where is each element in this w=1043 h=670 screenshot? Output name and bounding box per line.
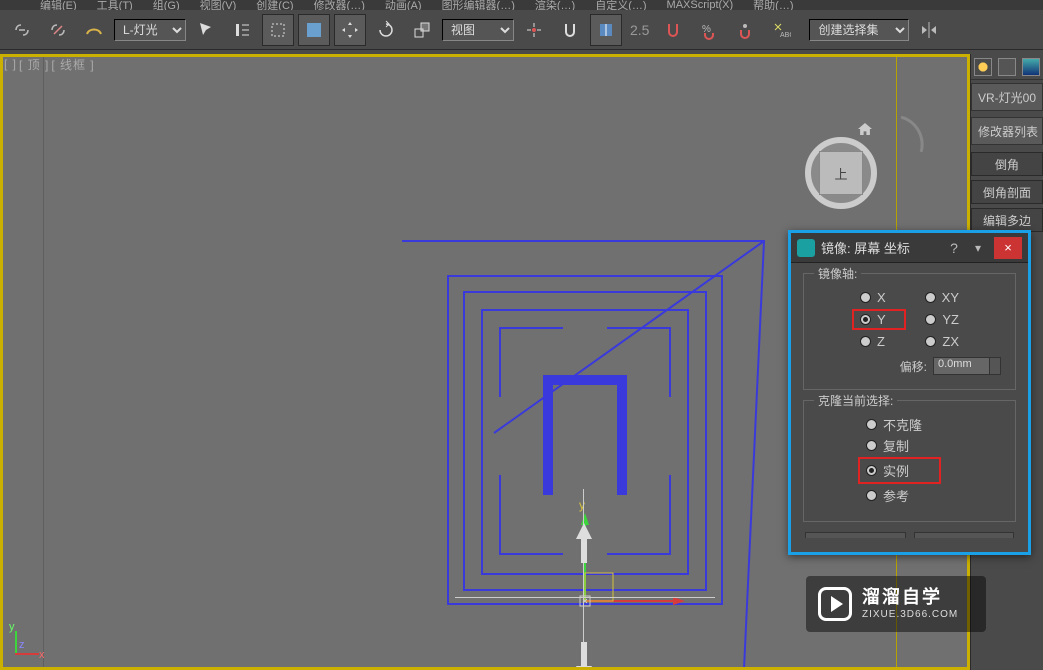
- mirror-dialog: 镜像: 屏幕 坐标 ? ▾ × 镜像轴: X XY Y YZ Z ZX 偏移:: [788, 230, 1031, 555]
- ok-button[interactable]: [805, 532, 906, 538]
- rollout[interactable]: 编辑多边: [971, 208, 1043, 232]
- cancel-button[interactable]: [914, 532, 1015, 538]
- modifier-list-select[interactable]: 修改器列表: [971, 117, 1043, 145]
- select-cursor-icon[interactable]: [190, 14, 222, 46]
- snap-pct-icon[interactable]: %: [693, 14, 725, 46]
- svg-text:ABC: ABC: [780, 32, 791, 39]
- axis-zx-radio[interactable]: ZX: [925, 334, 959, 349]
- orbit-arrow-icon[interactable]: [894, 116, 931, 153]
- menu-item[interactable]: 视图(V): [200, 0, 237, 10]
- watermark: 溜溜自学 ZIXUE.3D66.COM: [806, 576, 986, 632]
- clone-reference-radio[interactable]: 参考: [866, 486, 909, 505]
- object-name-field[interactable]: VR-灯光00: [971, 83, 1043, 111]
- group-label: 克隆当前选择:: [814, 392, 897, 409]
- rollout[interactable]: 倒角剖面: [971, 180, 1043, 204]
- select-window-icon[interactable]: [298, 14, 330, 46]
- menu-item[interactable]: 动画(A): [385, 0, 422, 10]
- menu-item[interactable]: 组(G): [153, 0, 180, 10]
- menu-item[interactable]: 创建(C): [256, 0, 293, 10]
- snap-opt-icon[interactable]: ABC: [765, 14, 797, 46]
- offset-spinner[interactable]: 0.0mm: [933, 357, 1001, 375]
- move-icon[interactable]: [334, 14, 366, 46]
- unlink-icon[interactable]: [42, 14, 74, 46]
- axis-x-radio[interactable]: X: [860, 290, 886, 305]
- scale-icon[interactable]: [406, 14, 438, 46]
- axis-z-radio[interactable]: Z: [860, 334, 885, 349]
- axis-indicator: y x z: [9, 621, 49, 661]
- create-tab-icon[interactable]: [974, 58, 992, 76]
- display-tab-icon[interactable]: [1022, 58, 1040, 76]
- axis-y-radio[interactable]: Y: [860, 312, 886, 327]
- clone-instance-radio[interactable]: 实例: [866, 461, 909, 480]
- snap-a-icon[interactable]: [657, 14, 689, 46]
- minimize-icon[interactable]: ▾: [968, 241, 988, 255]
- viewcube-home-icon[interactable]: [858, 123, 872, 135]
- snap-value: 2.5: [626, 22, 653, 38]
- play-logo-icon: [818, 587, 852, 621]
- selection-set-select[interactable]: 创建选择集: [809, 19, 909, 41]
- menu-item[interactable]: 图形编辑器(…): [442, 0, 515, 10]
- clone-none-radio[interactable]: 不克隆: [866, 415, 922, 434]
- mirror-icon[interactable]: [913, 14, 945, 46]
- dialog-titlebar[interactable]: 镜像: 屏幕 坐标 ? ▾ ×: [791, 233, 1028, 263]
- help-icon[interactable]: ?: [946, 240, 962, 256]
- rollout[interactable]: 倒角: [971, 152, 1043, 176]
- snap-b-icon[interactable]: [729, 14, 761, 46]
- svg-text:%: %: [702, 24, 711, 35]
- clone-group: 克隆当前选择: 不克隆 复制 实例 参考: [803, 400, 1016, 522]
- menu-item[interactable]: MAXScript(X): [667, 0, 734, 10]
- viewcube[interactable]: 上: [805, 137, 877, 209]
- menu-item[interactable]: 自定义(…): [595, 0, 646, 10]
- close-icon[interactable]: ×: [994, 237, 1022, 259]
- menu-item[interactable]: 工具(T): [97, 0, 133, 10]
- menu-item[interactable]: 渲染(…): [535, 0, 575, 10]
- watermark-title: 溜溜自学: [862, 587, 958, 609]
- coord-system-select[interactable]: L-灯光: [114, 19, 186, 41]
- rotate-icon[interactable]: [370, 14, 402, 46]
- menu-item[interactable]: 帮助(…): [753, 0, 793, 10]
- dialog-title: 镜像: 屏幕 坐标: [821, 238, 940, 257]
- pivot-icon[interactable]: [518, 14, 550, 46]
- modify-tab-icon[interactable]: [998, 58, 1016, 76]
- reference-coord-select[interactable]: 视图: [442, 19, 514, 41]
- axis-yz-radio[interactable]: YZ: [925, 309, 959, 330]
- mirror-axis-group: 镜像轴: X XY Y YZ Z ZX 偏移: 0.0mm: [803, 273, 1016, 390]
- highlight-instance: 实例: [858, 457, 941, 484]
- select-region-icon[interactable]: [262, 14, 294, 46]
- group-label: 镜像轴:: [814, 265, 861, 282]
- snap-angle-icon[interactable]: [590, 14, 622, 46]
- main-toolbar: L-灯光 视图 2.5 % ABC 创建选择集: [0, 10, 1043, 50]
- menu-item[interactable]: 修改器(…): [314, 0, 365, 10]
- offset-label: 偏移:: [900, 358, 927, 375]
- clone-copy-radio[interactable]: 复制: [866, 436, 909, 455]
- watermark-url: ZIXUE.3D66.COM: [862, 609, 958, 621]
- viewport-label[interactable]: [ ] [ 顶 ] [ 线框 ]: [0, 54, 95, 74]
- svg-text:y: y: [579, 501, 585, 512]
- bind-icon[interactable]: [78, 14, 110, 46]
- dialog-app-icon: [797, 239, 815, 257]
- menu-item[interactable]: 编辑(E): [40, 0, 77, 10]
- axis-xy-radio[interactable]: XY: [925, 290, 959, 305]
- snap-toggle-icon[interactable]: [554, 14, 586, 46]
- link-icon[interactable]: [6, 14, 38, 46]
- highlight-y-axis: Y: [852, 309, 906, 330]
- select-list-icon[interactable]: [226, 14, 258, 46]
